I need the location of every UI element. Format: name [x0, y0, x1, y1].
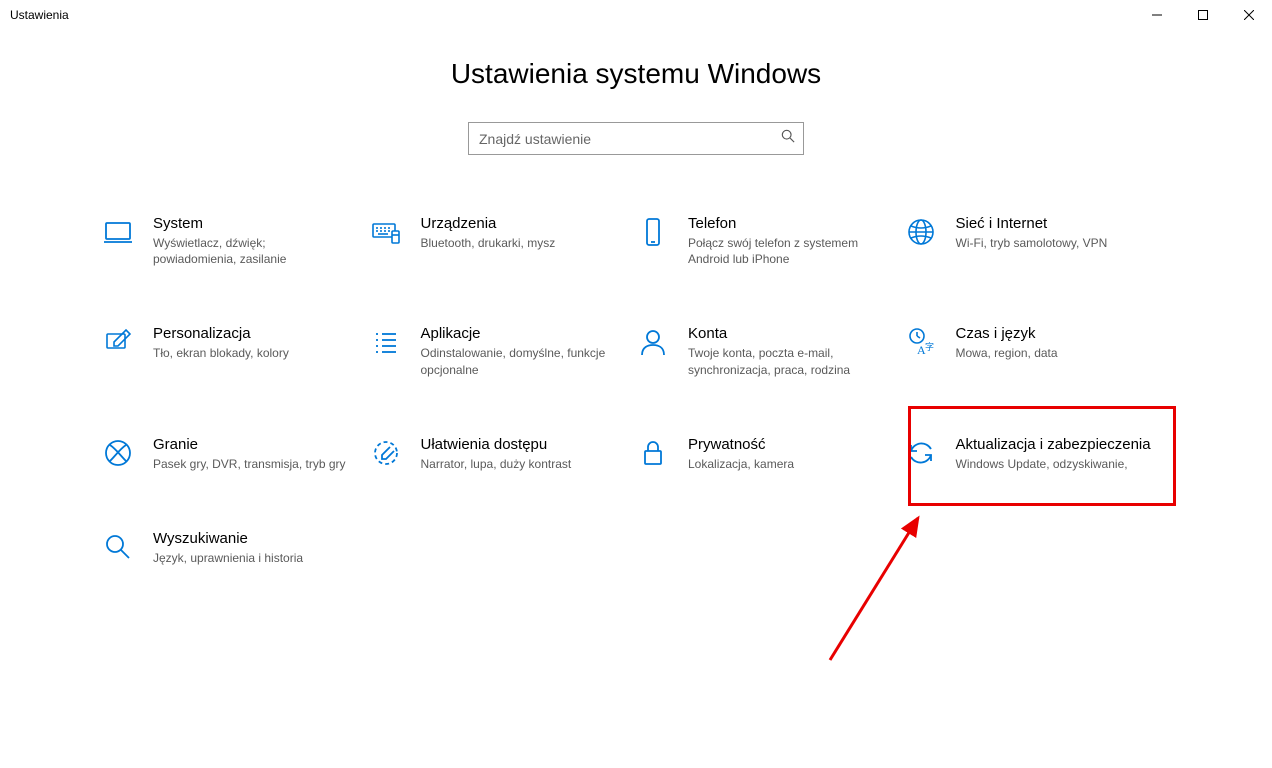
tile-search[interactable]: Wyszukiwanie Język, uprawnienia i histor…	[101, 530, 369, 566]
close-button[interactable]	[1226, 0, 1272, 30]
tile-desc: Wyświetlacz, dźwięk; powiadomienia, zasi…	[153, 235, 349, 267]
tile-time-language[interactable]: A 字 Czas i język Mowa, region, data	[904, 325, 1172, 377]
tile-desc: Bluetooth, drukarki, mysz	[421, 235, 556, 251]
tile-desc: Tło, ekran blokady, kolory	[153, 345, 289, 361]
settings-grid: System Wyświetlacz, dźwięk; powiadomieni…	[101, 215, 1171, 566]
tile-title: Telefon	[688, 215, 884, 232]
window-controls	[1134, 0, 1272, 30]
tile-privacy[interactable]: Prywatność Lokalizacja, kamera	[636, 436, 904, 472]
titlebar: Ustawienia	[0, 0, 1272, 30]
xbox-icon	[101, 436, 135, 470]
tile-update-security[interactable]: Aktualizacja i zabezpieczenia Windows Up…	[904, 436, 1172, 472]
search-input[interactable]	[479, 131, 781, 147]
tile-title: Aplikacje	[421, 325, 617, 342]
tile-title: Ułatwienia dostępu	[421, 436, 572, 453]
search-box[interactable]	[468, 122, 804, 155]
tile-title: Czas i język	[956, 325, 1058, 342]
maximize-button[interactable]	[1180, 0, 1226, 30]
paint-icon	[101, 325, 135, 359]
tile-title: System	[153, 215, 349, 232]
search-wrap	[0, 122, 1272, 155]
window-title: Ustawienia	[10, 8, 69, 22]
tile-desc: Język, uprawnienia i historia	[153, 550, 303, 566]
time-language-icon: A 字	[904, 325, 938, 359]
tile-desc: Odinstalowanie, domyślne, funkcje opcjon…	[421, 345, 617, 377]
search-icon	[781, 129, 795, 148]
tile-title: Wyszukiwanie	[153, 530, 303, 547]
display-icon	[101, 215, 135, 249]
phone-icon	[636, 215, 670, 249]
page-title: Ustawienia systemu Windows	[0, 58, 1272, 90]
tile-apps[interactable]: Aplikacje Odinstalowanie, domyślne, funk…	[369, 325, 637, 377]
tile-system[interactable]: System Wyświetlacz, dźwięk; powiadomieni…	[101, 215, 369, 267]
tile-title: Prywatność	[688, 436, 794, 453]
tile-title: Konta	[688, 325, 884, 342]
tile-title: Sieć i Internet	[956, 215, 1108, 232]
person-icon	[636, 325, 670, 359]
tile-desc: Pasek gry, DVR, transmisja, tryb gry	[153, 456, 346, 472]
tile-network[interactable]: Sieć i Internet Wi-Fi, tryb samolotowy, …	[904, 215, 1172, 267]
sync-icon	[904, 436, 938, 470]
tile-title: Urządzenia	[421, 215, 556, 232]
ease-icon	[369, 436, 403, 470]
list-icon	[369, 325, 403, 359]
tile-title: Granie	[153, 436, 346, 453]
tile-accounts[interactable]: Konta Twoje konta, poczta e-mail, synchr…	[636, 325, 904, 377]
minimize-button[interactable]	[1134, 0, 1180, 30]
tile-ease-of-access[interactable]: Ułatwienia dostępu Narrator, lupa, duży …	[369, 436, 637, 472]
globe-icon	[904, 215, 938, 249]
tile-desc: Wi-Fi, tryb samolotowy, VPN	[956, 235, 1108, 251]
tile-title: Personalizacja	[153, 325, 289, 342]
tile-title: Aktualizacja i zabezpieczenia	[956, 436, 1151, 453]
magnifier-icon	[101, 530, 135, 564]
page-header: Ustawienia systemu Windows	[0, 58, 1272, 90]
tile-gaming[interactable]: Granie Pasek gry, DVR, transmisja, tryb …	[101, 436, 369, 472]
tile-devices[interactable]: Urządzenia Bluetooth, drukarki, mysz	[369, 215, 637, 267]
svg-text:字: 字	[925, 341, 934, 352]
tile-desc: Połącz swój telefon z systemem Android l…	[688, 235, 884, 267]
tile-desc: Twoje konta, poczta e-mail, synchronizac…	[688, 345, 884, 377]
tile-desc: Mowa, region, data	[956, 345, 1058, 361]
tile-desc: Windows Update, odzyskiwanie,	[956, 456, 1151, 472]
tile-phone[interactable]: Telefon Połącz swój telefon z systemem A…	[636, 215, 904, 267]
lock-icon	[636, 436, 670, 470]
tile-personalization[interactable]: Personalizacja Tło, ekran blokady, kolor…	[101, 325, 369, 377]
tile-desc: Narrator, lupa, duży kontrast	[421, 456, 572, 472]
keyboard-icon	[369, 215, 403, 249]
tile-desc: Lokalizacja, kamera	[688, 456, 794, 472]
